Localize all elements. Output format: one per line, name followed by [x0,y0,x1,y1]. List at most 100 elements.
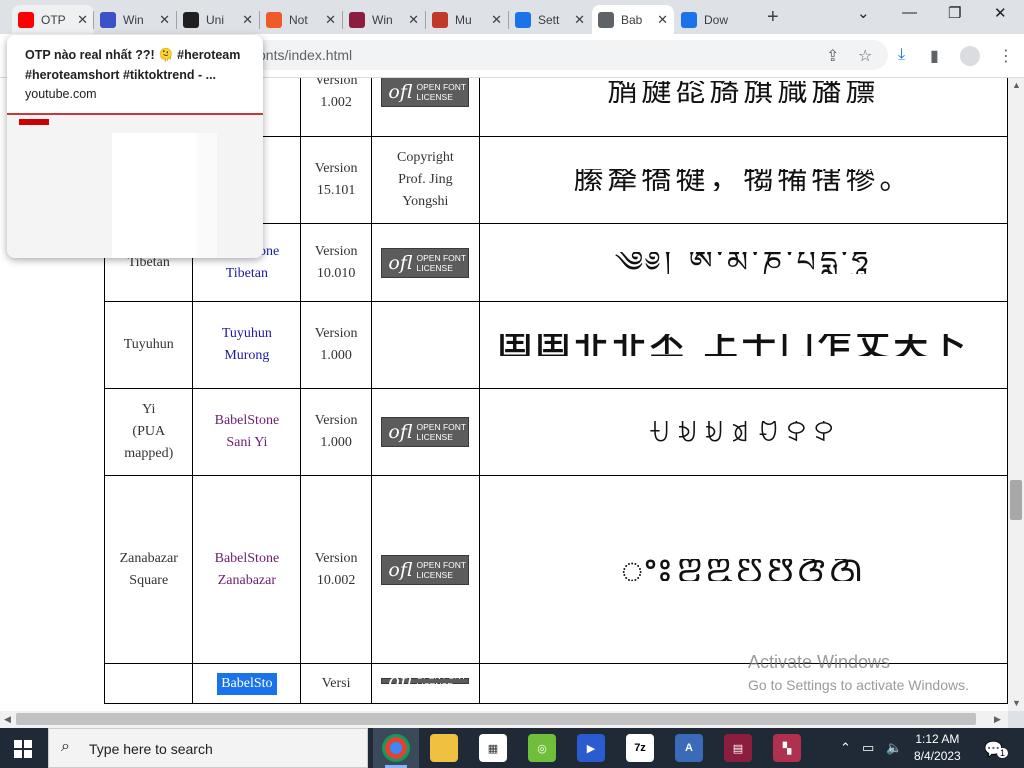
license-cell: ofl OPEN FONT LICENSE [370,663,480,704]
ofl-license-badge[interactable]: ofl OPEN FONT LICENSE [381,670,470,692]
script-sample-text: 縢犛犞犍，犓犕犗犙。 [573,169,914,191]
tray-chevron-icon[interactable]: ⌃ [840,740,851,756]
license-cell: ofl OPEN FONT LICENSE [370,388,480,476]
tab-4[interactable]: Win ✕ [343,5,425,34]
ofl-line2: LICENSE [416,91,453,102]
tab-search-button[interactable]: ⌄ [857,4,870,22]
app-grid-icon[interactable]: ▚ [773,734,801,762]
tab-1[interactable]: Win ✕ [94,5,176,34]
ofl-logo-text: ofl [388,558,413,581]
sample-cell: ꀀꀁꀂꀃꀄꀅꀆ [478,388,1008,476]
taskbar-search-box[interactable]: ⌕ Type here to search [48,728,368,768]
scroll-down-arrow[interactable]: ▼ [1012,698,1021,708]
ofl-line1: OPEN FONT [416,81,467,92]
script-cell: Yi (PUA mapped) [103,388,194,476]
font-link[interactable]: Tuyuhun Murong [193,323,300,367]
tab-hover-card: OTP nào real nhất ??! 🫠 #heroteam #herot… [7,35,263,258]
version-text: 1.002 [320,94,352,110]
license-text: Copyright [397,150,454,165]
drawing-app-icon[interactable]: A [675,734,703,762]
script-sample-text: ꀀꀁꀂꀃꀄꀅꀆ [647,421,840,443]
script-name: Zanabazar [119,550,178,566]
activate-windows-title: Activate Windows [748,652,891,672]
vertical-scrollbar[interactable] [1008,78,1024,711]
restore-button[interactable]: ❐ [948,4,961,22]
tab-close-icon[interactable]: ✕ [491,12,502,28]
ofl-line1: OPEN FONT [416,422,467,432]
new-tab-button[interactable]: + [767,6,779,29]
download-icon [681,11,697,28]
font-link-text: Tibetan [225,265,269,281]
chrome-icon[interactable] [382,734,410,762]
ofl-license-badge[interactable]: ofl OPEN FONT LICENSE [381,247,470,278]
ofl-line2: LICENSE [416,432,453,442]
tab-8[interactable]: Downlo [675,5,755,34]
scroll-up-arrow[interactable]: ▲ [1012,80,1021,90]
tab-close-icon[interactable]: ✕ [657,12,668,28]
font-link[interactable]: BabelSto [217,672,277,695]
volume-icon[interactable]: 🔈 [886,740,902,756]
ofl-label: OPEN FONT LICENSE [417,253,467,273]
tab-close-icon[interactable]: ✕ [408,12,419,28]
version-text: 10.002 [316,572,356,588]
share-icon[interactable]: ⇪ [826,46,839,66]
media-app-icon[interactable]: ▶ [577,734,605,762]
windows-start-icon[interactable] [14,740,32,758]
network-icon[interactable]: ▭ [862,740,874,756]
font-cell: BabelStone Sani Yi [192,388,302,476]
tab-close-icon[interactable]: ✕ [242,12,253,28]
font-link[interactable]: BabelStone Zanabazar [193,548,300,592]
version-text: Version [314,550,358,566]
gear-icon [515,11,531,28]
tab-0[interactable]: OTP ✕ [12,5,94,34]
ofl-line1: OPEN FONT [416,670,467,681]
horizontal-scroll-thumb[interactable] [16,713,976,725]
tab-close-icon[interactable]: ✕ [77,12,88,28]
version-text: Version [314,326,358,341]
side-panel-icon[interactable]: ▮ [930,46,939,66]
version-text: Version [314,243,358,259]
url-text[interactable]: onts/index.html [258,47,352,63]
tab-6[interactable]: Sett ✕ [509,5,591,34]
script-cell [103,663,194,704]
scroll-right-arrow[interactable]: ▶ [994,714,1001,725]
version-text: 1.000 [320,348,352,363]
tab-2[interactable]: Uni ✕ [177,5,259,34]
table-row: Zanabazar Square BabelStone Zanabazar Versio… [103,475,1008,664]
windows-taskbar: ⌕ Type here to search ▦ ◎ ▶ 7z A ▤ ▚ ⌃ ▭… [0,728,1024,768]
tab-close-icon[interactable]: ✕ [574,12,585,28]
tab-close-icon[interactable]: ✕ [159,12,170,28]
hover-card-thumbnail [7,113,263,258]
tab-7[interactable]: Bab ✕ [592,5,674,34]
license-cell [370,301,480,389]
minimize-button[interactable]: — [902,4,917,21]
winrar-taskbar-icon[interactable]: ▤ [724,734,752,762]
winrar-icon [349,11,365,28]
scroll-left-arrow[interactable]: ◀ [4,714,11,725]
version-text: 10.010 [316,265,356,281]
profile-avatar-icon[interactable] [960,46,980,66]
store-icon[interactable]: ▦ [479,734,507,762]
ofl-license-badge[interactable]: ofl OPEN FONT LICENSE [381,78,470,107]
tab-3[interactable]: Not ✕ [260,5,342,34]
ofl-license-badge[interactable]: ofl OPEN FONT LICENSE [381,417,470,447]
system-clock[interactable]: 1:12 AM 8/4/2023 [914,731,961,765]
script-sample-text: ༄༅། ཨོཾ་མ་ཎི་པདྨེ་ཧཱུྃ [614,251,873,274]
ofl-license-badge[interactable]: ofl OPEN FONT LICENSE [381,554,470,585]
tab-5[interactable]: Mu ✕ [426,5,508,34]
mu-icon [432,11,448,28]
menu-kebab-icon[interactable]: ⋮ [998,46,1014,66]
script-cell: Tuyuhun [103,301,194,389]
green-app-icon[interactable]: ◎ [528,734,556,762]
ofl-label: OPEN FONT LICENSE [417,671,467,691]
vertical-scroll-thumb[interactable] [1010,480,1022,520]
downloads-icon[interactable]: ⤓ [898,46,905,64]
font-link[interactable]: BabelStone Sani Yi [193,410,300,454]
file-explorer-icon[interactable] [430,734,458,762]
tab-close-icon[interactable]: ✕ [325,12,336,28]
bookmark-star-icon[interactable]: ☆ [858,46,872,66]
7zip-icon[interactable]: 7z [626,734,654,762]
notification-count: 1 [997,748,1009,758]
close-window-button[interactable]: ✕ [994,4,1007,22]
version-text: Versi [321,675,351,691]
